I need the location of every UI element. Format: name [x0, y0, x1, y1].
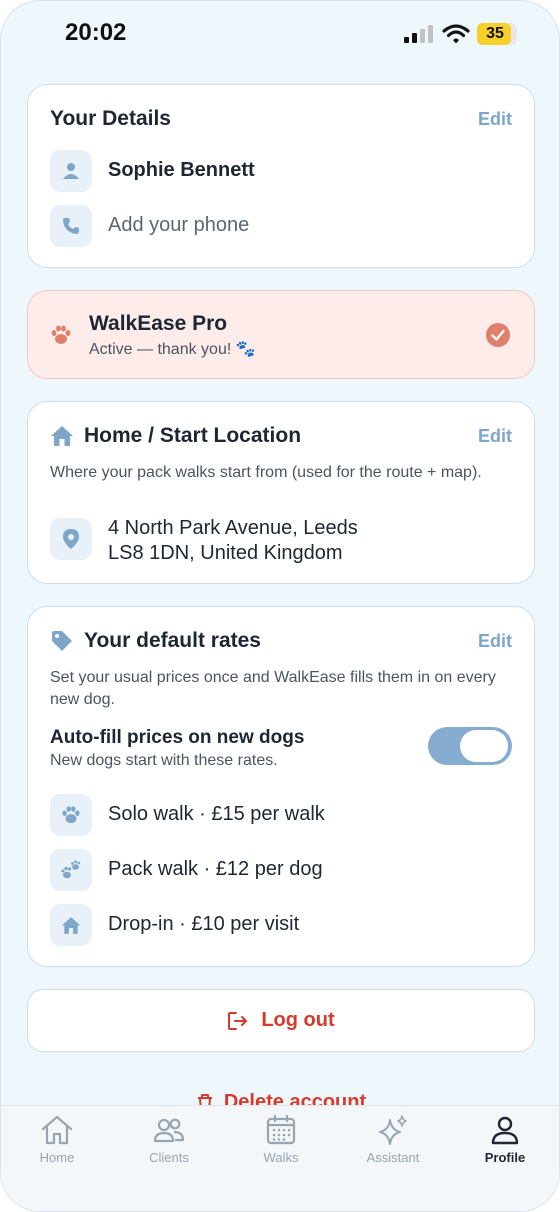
house-icon — [50, 904, 92, 946]
signal-icon — [404, 25, 433, 43]
tab-profile-label: Profile — [484, 1150, 526, 1165]
tag-icon — [52, 631, 72, 651]
tab-bar: Home Clients Walks Assistant Profile — [1, 1105, 559, 1211]
person-outline-icon — [491, 1116, 519, 1145]
rate-drop-in: Drop-in · £10 per visit — [108, 913, 300, 935]
tab-clients[interactable]: Clients — [113, 1114, 225, 1165]
calendar-icon — [266, 1114, 296, 1145]
autofill-title: Auto-fill prices on new dogs — [50, 727, 305, 748]
paw-icon — [50, 794, 92, 836]
details-card: Your Details Edit Sophie Bennett Add you… — [27, 84, 535, 268]
pro-title: WalkEase Pro — [89, 312, 228, 335]
autofill-toggle[interactable] — [428, 727, 512, 765]
rates-title: Your default rates — [84, 629, 261, 652]
details-title: Your Details — [50, 107, 171, 130]
house-outline-icon — [41, 1115, 73, 1145]
details-edit-button[interactable]: Edit — [478, 109, 512, 130]
home-address: 4 North Park Avenue, Leeds LS8 1DN, Unit… — [108, 516, 358, 566]
pro-subtitle: Active — thank you! 🐾 — [89, 341, 256, 358]
tab-clients-label: Clients — [149, 1150, 189, 1165]
house-icon — [51, 426, 73, 446]
rate-solo-walk: Solo walk · £15 per walk — [108, 803, 325, 825]
rate-pack-walk: Pack walk · £12 per dog — [108, 858, 323, 880]
person-icon — [50, 150, 92, 192]
toggle-knob — [460, 730, 508, 762]
location-pin-icon — [50, 518, 92, 560]
home-location-title: Home / Start Location — [84, 424, 302, 447]
check-circle-icon — [486, 323, 510, 347]
logout-button[interactable]: Log out — [27, 989, 535, 1052]
logout-icon — [228, 1011, 248, 1030]
wifi-icon — [442, 24, 470, 44]
home-location-card: Home / Start Location Edit Where your pa… — [27, 401, 535, 584]
battery-icon: 35 — [477, 23, 517, 45]
add-phone-button[interactable]: Add your phone — [108, 214, 249, 237]
battery-level: 35 — [486, 25, 504, 42]
people-icon — [153, 1118, 185, 1143]
rates-card: Your default rates Edit Set your usual p… — [27, 606, 535, 967]
tab-home-label: Home — [39, 1150, 75, 1165]
rates-description: Set your usual prices once and WalkEase … — [50, 669, 496, 708]
tab-home[interactable]: Home — [1, 1114, 113, 1165]
phone-icon — [50, 205, 92, 247]
sparkles-icon — [379, 1115, 407, 1145]
tab-walks[interactable]: Walks — [225, 1114, 337, 1165]
home-location-edit-button[interactable]: Edit — [478, 426, 512, 447]
tab-profile[interactable]: Profile — [449, 1114, 559, 1165]
tab-assistant-label: Assistant — [366, 1150, 420, 1165]
rates-edit-button[interactable]: Edit — [478, 631, 512, 652]
phone-screen: 20:02 35 Your Details Edit Sophie Bennet… — [0, 0, 560, 1212]
logout-label: Log out — [261, 1009, 335, 1031]
user-name: Sophie Bennett — [108, 159, 255, 181]
tab-assistant[interactable]: Assistant — [337, 1114, 449, 1165]
home-location-description: Where your pack walks start from (used f… — [50, 464, 482, 481]
status-bar: 20:02 35 — [1, 1, 559, 67]
autofill-subtitle: New dogs start with these rates. — [50, 752, 278, 769]
paw-icon — [51, 325, 71, 344]
paws-icon — [50, 849, 92, 891]
address-line-2: LS8 1DN, United Kingdom — [108, 542, 343, 564]
address-line-1: 4 North Park Avenue, Leeds — [108, 517, 358, 539]
status-time: 20:02 — [65, 19, 127, 46]
pro-card: WalkEase Pro Active — thank you! 🐾 — [27, 290, 535, 379]
tab-walks-label: Walks — [263, 1150, 299, 1165]
